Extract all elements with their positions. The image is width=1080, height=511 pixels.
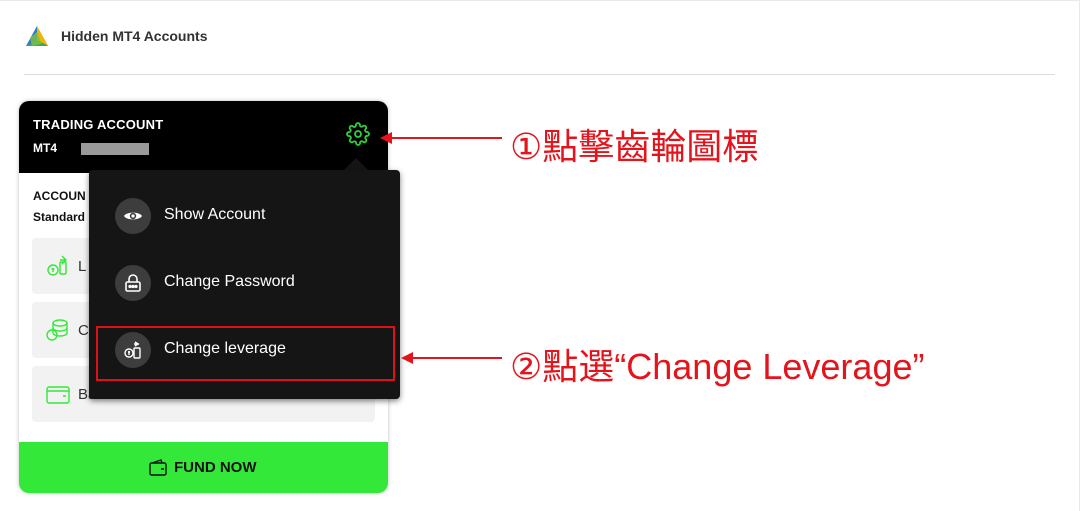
platform-label: MT4: [33, 141, 57, 155]
coins-icon: [46, 319, 68, 341]
top-border: [0, 0, 1080, 1]
stat-coins-label: C: [78, 322, 89, 339]
metatrader-logo-icon: [26, 26, 48, 46]
arrow-line-step1: [390, 137, 502, 139]
eye-icon: [124, 212, 142, 220]
account-label: ACCOUN: [33, 189, 86, 203]
wallet-icon: [149, 459, 167, 476]
menu-item-show-account[interactable]: Show Account: [89, 188, 400, 244]
lock-icon: [125, 274, 141, 292]
annotation-step2: ②點選“Change Leverage”: [510, 346, 925, 387]
menu-item-label: Show Account: [164, 206, 266, 223]
card-title: TRADING ACCOUNT: [33, 117, 164, 132]
account-number-redacted: [81, 143, 149, 155]
menu-item-change-password[interactable]: Change Password: [89, 255, 400, 311]
annotation-step1: ①點擊齒輪圖標: [510, 126, 759, 167]
menu-item-label: Change Password: [164, 273, 295, 290]
header-divider: [24, 74, 1055, 75]
account-type: Standard: [33, 210, 86, 224]
card-header: TRADING ACCOUNT MT4: [19, 101, 388, 173]
fund-now-button[interactable]: FUND NOW: [19, 442, 388, 493]
highlight-box-change-leverage: [96, 326, 395, 381]
arrow-line-step2: [411, 357, 502, 359]
menu-caret: [344, 158, 368, 170]
fund-now-label: FUND NOW: [174, 459, 257, 476]
wallet-icon: [46, 386, 70, 404]
gear-icon[interactable]: [346, 122, 370, 146]
app-title: Hidden MT4 Accounts: [61, 28, 208, 44]
stat-leverage-label: L: [78, 258, 87, 275]
leverage-icon: [47, 255, 67, 276]
menu-icon-bg: [115, 198, 151, 234]
menu-icon-bg: [115, 265, 151, 301]
